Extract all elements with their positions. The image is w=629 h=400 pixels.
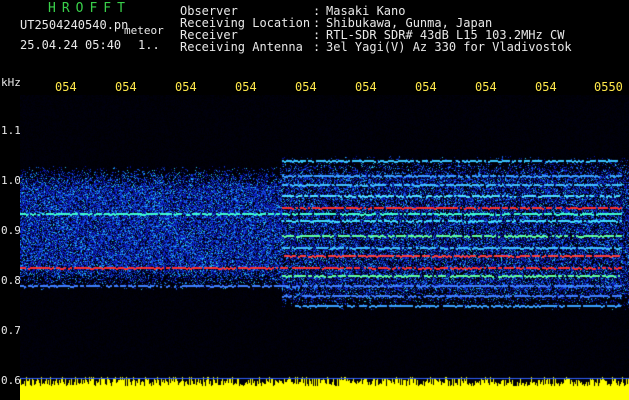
freq-tick: 0.8 — [1, 274, 21, 287]
freq-unit-label: kHz — [1, 76, 21, 89]
freq-tick: 0.6 — [1, 374, 21, 387]
freq-tick: 0.9 — [1, 224, 21, 237]
freq-tick: 0.7 — [1, 324, 21, 337]
antenna-separator: : — [313, 40, 321, 54]
time-tick: 054 — [295, 80, 317, 94]
time-tick: 054 — [535, 80, 557, 94]
time-tick: 054 — [475, 80, 497, 94]
freq-tick: 1.1 — [1, 124, 21, 137]
status-indicator: 1.. — [138, 38, 160, 52]
time-tick: 0550 — [594, 80, 623, 94]
time-tick: 054 — [235, 80, 257, 94]
time-tick: 054 — [415, 80, 437, 94]
spectrogram-canvas — [20, 95, 629, 400]
meteor-tag: meteor — [124, 24, 164, 37]
filename-label: UT2504240540.pn — [20, 18, 129, 32]
time-tick: 054 — [355, 80, 377, 94]
freq-tick: 1.0 — [1, 174, 21, 187]
datetime-label: 25.04.24 05:40 — [20, 38, 122, 52]
app-title: HROFFT — [48, 1, 131, 16]
antenna-value: 3el Yagi(V) Az 330 for Vladivostok — [326, 40, 572, 54]
antenna-label: Receiving Antenna — [180, 40, 303, 54]
time-tick: 054 — [115, 80, 137, 94]
time-tick: 054 — [175, 80, 197, 94]
time-tick: 054 — [55, 80, 77, 94]
